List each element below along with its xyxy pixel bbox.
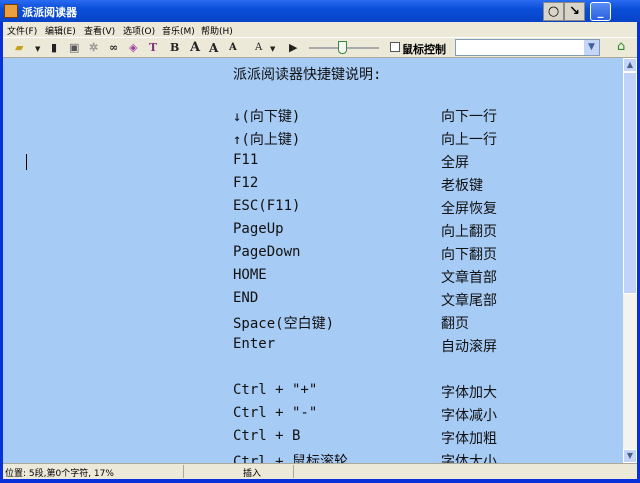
minimize-button[interactable]: _ — [590, 2, 611, 21]
shortcut-key: Ctrl + 鼠标滚轮 — [233, 454, 349, 463]
text-color-icon[interactable]: T — [149, 41, 157, 54]
toolbar: ▰ ▼ ▮ ▣ ✲ ∞ ◈ T B A A A A ▼ ▶ 鼠标控制 ▼ ⌂ — [3, 37, 637, 58]
shortcut-row: Ctrl + B 字体加粗 — [3, 428, 623, 450]
shortcut-row: ESC(F11) 全屏恢复 — [3, 198, 623, 220]
shortcut-row — [3, 359, 623, 381]
bold-button[interactable]: B — [170, 41, 179, 54]
shortcut-description: 文章尾部 — [441, 293, 497, 309]
font-color-dropdown-icon[interactable]: ▼ — [270, 44, 275, 53]
menu-view[interactable]: 查看(V) — [84, 24, 115, 37]
shortcut-key: F12 — [233, 175, 259, 191]
scroll-down-button[interactable]: ▼ — [623, 449, 637, 463]
font-color-button[interactable]: A — [255, 42, 262, 53]
screen-icon[interactable]: ▣ — [69, 41, 79, 54]
shortcut-key: ↓(向下键) — [233, 109, 301, 125]
shortcut-key: HOME — [233, 267, 267, 283]
shortcut-row: ↑(向上键) 向上一行 — [3, 129, 623, 151]
shortcut-key: PageUp — [233, 221, 284, 237]
traditional-chinese-icon[interactable]: ✲ — [89, 41, 98, 54]
shortcut-key: ↑(向上键) — [233, 132, 301, 148]
battery-icon[interactable]: ▮ — [51, 41, 57, 54]
menu-bar: 文件(F) 编辑(E) 查看(V) 选项(O) 音乐(M) 帮助(H) — [3, 22, 637, 37]
window-title: 派派阅读器 — [22, 6, 77, 19]
shortcut-description: 字体大小 — [441, 454, 497, 463]
menu-file[interactable]: 文件(F) — [7, 24, 37, 37]
shortcut-description: 向上一行 — [441, 132, 497, 148]
app-icon — [4, 4, 18, 18]
combo-box[interactable]: ▼ — [455, 39, 600, 56]
shortcut-row: Ctrl + "+" 字体加大 — [3, 382, 623, 404]
shortcut-description: 全屏恢复 — [441, 201, 497, 217]
shortcut-key: Ctrl + "+" — [233, 382, 318, 398]
shortcut-description: 字体减小 — [441, 408, 497, 424]
shortcut-key: Space(空白键) — [233, 316, 335, 332]
shortcut-row: ↓(向下键) 向下一行 — [3, 106, 623, 128]
shortcut-description: 向上翻页 — [441, 224, 497, 240]
shortcut-key: ESC(F11) — [233, 198, 301, 214]
shortcut-key: F11 — [233, 152, 259, 168]
shortcut-description: 文章首部 — [441, 270, 497, 286]
slider-thumb[interactable] — [338, 41, 347, 54]
chevron-down-icon[interactable]: ▼ — [584, 40, 599, 55]
shortcut-row: PageUp 向上翻页 — [3, 221, 623, 243]
background-color-icon[interactable]: ◈ — [129, 41, 137, 54]
shortcut-key: PageDown — [233, 244, 301, 260]
shortcut-key: Ctrl + "-" — [233, 405, 318, 421]
shortcut-row: F12 老板键 — [3, 175, 623, 197]
mouse-control-label: 鼠标控制 — [402, 43, 446, 56]
circle-tool-icon[interactable]: ○ — [543, 2, 564, 21]
mouse-control-checkbox[interactable] — [390, 42, 400, 52]
shortcut-row: END 文章尾部 — [3, 290, 623, 312]
shortcut-description: 自动滚屏 — [441, 339, 497, 355]
shortcut-row: PageDown 向下翻页 — [3, 244, 623, 266]
menu-edit[interactable]: 编辑(E) — [45, 24, 76, 37]
shortcut-row: HOME 文章首部 — [3, 267, 623, 289]
shortcut-row: Ctrl + 鼠标滚轮 字体大小 — [3, 451, 623, 463]
shortcut-key: Enter — [233, 336, 276, 352]
status-divider — [183, 465, 184, 478]
shortcut-description: 老板键 — [441, 178, 483, 194]
shortcut-key: Ctrl + B — [233, 428, 301, 444]
find-icon[interactable]: ∞ — [109, 41, 118, 54]
font-smaller-button[interactable]: A — [229, 42, 237, 53]
open-folder-icon[interactable]: ▰ — [15, 41, 23, 54]
menu-help[interactable]: 帮助(H) — [201, 24, 233, 37]
font-larger-button[interactable]: A — [209, 41, 218, 55]
shortcut-description: 字体加大 — [441, 385, 497, 401]
menu-music[interactable]: 音乐(M) — [162, 24, 195, 37]
shortcut-description: 向下翻页 — [441, 247, 497, 263]
shortcut-key: END — [233, 290, 259, 306]
status-divider — [293, 465, 294, 478]
menu-options[interactable]: 选项(O) — [123, 24, 155, 37]
status-bar: 位置: 5段,第0个字符, 17% 插入 — [3, 463, 637, 479]
arrow-tool-icon[interactable]: ↘ — [564, 2, 585, 21]
title-bar: 派派阅读器 ○ ↘ _ — [0, 0, 640, 22]
scroll-thumb[interactable] — [623, 72, 637, 294]
document-title: 派派阅读器快捷键说明: — [233, 67, 382, 83]
shortcut-row: Ctrl + "-" 字体减小 — [3, 405, 623, 427]
play-icon[interactable]: ▶ — [289, 41, 297, 54]
shortcut-row: Enter 自动滚屏 — [3, 336, 623, 358]
shortcut-description: 向下一行 — [441, 109, 497, 125]
document-view[interactable]: 派派阅读器快捷键说明: ↓(向下键) 向下一行 ↑(向上键) 向上一行 F11 全屏 F12… — [3, 58, 623, 463]
shortcut-description: 翻页 — [441, 316, 469, 332]
scroll-up-button[interactable]: ▲ — [623, 58, 637, 72]
font-button[interactable]: A — [190, 40, 200, 55]
shortcut-row: Space(空白键) 翻页 — [3, 313, 623, 335]
shortcut-description: 字体加粗 — [441, 431, 497, 447]
home-icon[interactable]: ⌂ — [617, 39, 625, 54]
vertical-scrollbar[interactable]: ▲ ▼ — [623, 58, 637, 463]
open-dropdown-icon[interactable]: ▼ — [35, 44, 40, 53]
shortcut-row: F11 全屏 — [3, 152, 623, 174]
shortcut-description: 全屏 — [441, 155, 469, 171]
status-position: 位置: 5段,第0个字符, 17% — [5, 469, 114, 479]
status-mode: 插入 — [243, 469, 262, 479]
